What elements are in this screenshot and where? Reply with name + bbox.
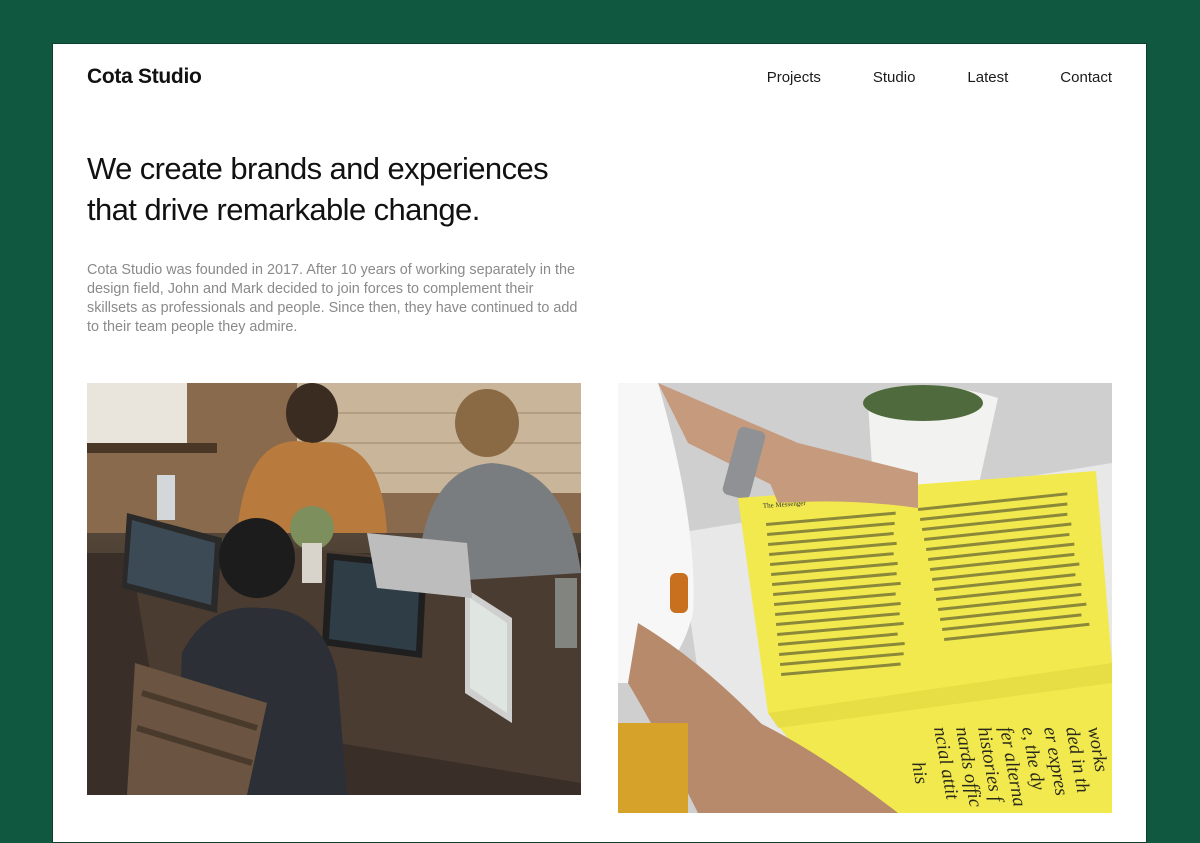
hero-title-line-2: that drive remarkable change. <box>87 192 480 227</box>
magazine-photo-illustration: The Messenger works ded in th er expres … <box>618 383 1112 813</box>
nav-item-projects[interactable]: Projects <box>767 69 821 86</box>
nav-item-studio[interactable]: Studio <box>873 69 916 86</box>
hero-title-line-1: We create brands and experiences <box>87 151 549 186</box>
magazine-photo[interactable]: The Messenger works ded in th er expres … <box>618 383 1112 813</box>
brand-logo[interactable]: Cota Studio <box>87 65 202 89</box>
hero-title: We create brands and experiences that dr… <box>87 148 607 230</box>
nav-item-contact[interactable]: Contact <box>1060 69 1112 86</box>
nav-item-latest[interactable]: Latest <box>967 69 1008 86</box>
site-card: Cota Studio Projects Studio Latest Conta… <box>52 43 1147 843</box>
team-photo-illustration <box>87 383 581 795</box>
svg-text:his: his <box>907 760 932 785</box>
site-header: Cota Studio Projects Studio Latest Conta… <box>87 62 1112 92</box>
intro-paragraph: Cota Studio was founded in 2017. After 1… <box>87 262 578 335</box>
main-nav: Projects Studio Latest Contact <box>767 69 1112 86</box>
team-photo[interactable] <box>87 383 581 795</box>
